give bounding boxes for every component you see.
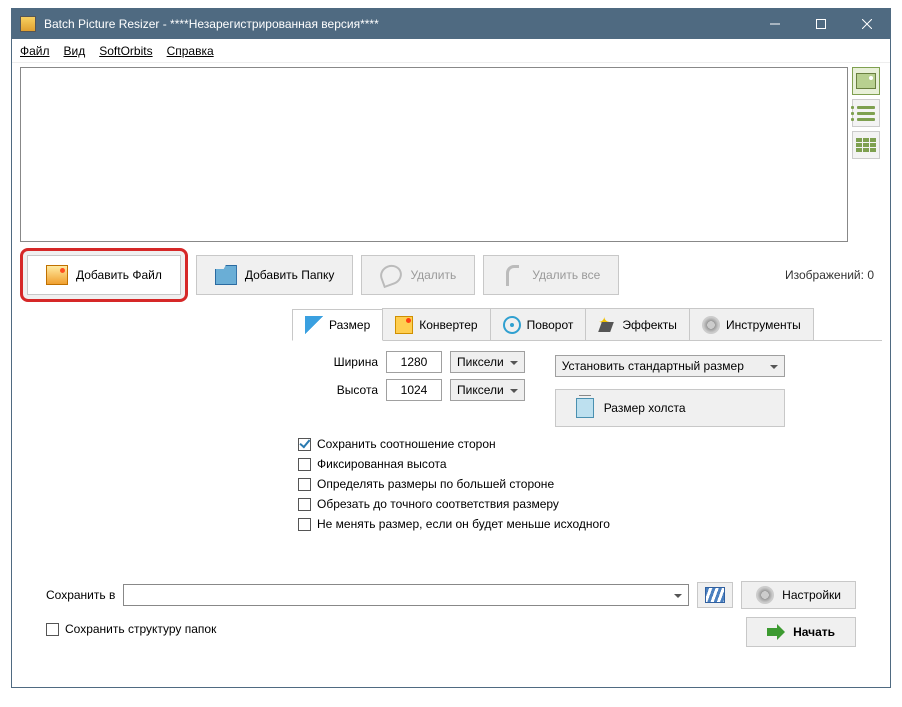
width-label: Ширина — [298, 355, 378, 369]
checkbox-icon — [298, 478, 311, 491]
view-grid-button[interactable] — [852, 131, 880, 159]
rotate-icon — [503, 316, 521, 334]
canvas-size-button[interactable]: Размер холста — [555, 389, 785, 427]
start-button[interactable]: Начать — [746, 617, 856, 647]
grid-icon — [856, 138, 876, 152]
delete-all-label: Удалить все — [532, 268, 600, 282]
main-toolbar: Добавить Файл Добавить Папку Удалить Уда… — [12, 242, 890, 308]
tab-size[interactable]: Размер — [292, 309, 383, 341]
image-list-area[interactable] — [20, 67, 848, 242]
app-icon — [20, 16, 36, 32]
save-in-label: Сохранить в — [46, 588, 115, 602]
tab-tools[interactable]: Инструменты — [689, 308, 814, 340]
options-tabs: Размер Конвертер Поворот Эффекты Инструм… — [292, 308, 890, 547]
delete-all-icon — [502, 265, 524, 285]
add-folder-button[interactable]: Добавить Папку — [196, 255, 354, 295]
save-path-select[interactable] — [123, 584, 689, 606]
delete-button[interactable]: Удалить — [361, 255, 475, 295]
resize-icon — [305, 316, 323, 334]
add-folder-label: Добавить Папку — [245, 268, 335, 282]
add-file-label: Добавить Файл — [76, 268, 162, 282]
size-tab-content: Ширина Пиксели Высота Пиксели Установить… — [292, 341, 882, 547]
tab-rotate[interactable]: Поворот — [490, 308, 587, 340]
browse-icon — [705, 587, 725, 603]
photo-icon — [46, 265, 68, 285]
checkbox-icon — [298, 458, 311, 471]
start-arrow-icon — [767, 624, 785, 640]
no-upscale-checkbox[interactable]: Не менять размер, если он будет меньше и… — [298, 517, 876, 531]
tab-effects[interactable]: Эффекты — [585, 308, 690, 340]
delete-label: Удалить — [410, 268, 456, 282]
fixed-height-checkbox[interactable]: Фиксированная высота — [298, 457, 876, 471]
browse-button[interactable] — [697, 582, 733, 608]
minimize-button[interactable] — [752, 9, 798, 39]
converter-icon — [395, 316, 413, 334]
settings-button[interactable]: Настройки — [741, 581, 856, 609]
folder-icon — [215, 265, 237, 285]
checkbox-icon — [298, 498, 311, 511]
checkbox-icon — [298, 518, 311, 531]
thumbnail-icon — [856, 73, 876, 89]
width-input[interactable] — [386, 351, 442, 373]
gear-icon — [756, 586, 774, 604]
menu-softorbits[interactable]: SoftOrbits — [99, 44, 152, 58]
width-unit-select[interactable]: Пиксели — [450, 351, 525, 373]
crop-exact-checkbox[interactable]: Обрезать до точного соответствия размеру — [298, 497, 876, 511]
aspect-ratio-checkbox[interactable]: Сохранить соотношение сторон — [298, 437, 876, 451]
height-unit-select[interactable]: Пиксели — [450, 379, 525, 401]
keep-folder-structure-checkbox[interactable]: Сохранить структуру папок — [46, 622, 216, 636]
effects-icon — [598, 316, 616, 334]
add-file-highlight: Добавить Файл — [20, 248, 188, 302]
save-bar: Сохранить в Настройки — [46, 581, 856, 609]
standard-size-select[interactable]: Установить стандартный размер — [555, 355, 785, 377]
menubar: Файл Вид SoftOrbits Справка — [12, 39, 890, 63]
delete-icon — [380, 265, 402, 285]
canvas-icon — [576, 398, 594, 418]
view-thumbnails-button[interactable] — [852, 67, 880, 95]
close-button[interactable] — [844, 9, 890, 39]
tools-icon — [702, 316, 720, 334]
maximize-button[interactable] — [798, 9, 844, 39]
add-file-button[interactable]: Добавить Файл — [27, 255, 181, 295]
list-icon — [857, 106, 875, 121]
menu-help[interactable]: Справка — [167, 44, 214, 58]
menu-view[interactable]: Вид — [64, 44, 86, 58]
tab-converter[interactable]: Конвертер — [382, 308, 490, 340]
window-title: Batch Picture Resizer - ****Незарегистри… — [44, 17, 752, 31]
view-list-button[interactable] — [852, 99, 880, 127]
checkbox-icon — [298, 438, 311, 451]
titlebar: Batch Picture Resizer - ****Незарегистри… — [12, 9, 890, 39]
bigger-side-checkbox[interactable]: Определять размеры по большей стороне — [298, 477, 876, 491]
height-input[interactable] — [386, 379, 442, 401]
menu-file[interactable]: Файл — [20, 44, 50, 58]
height-label: Высота — [298, 383, 378, 397]
checkbox-icon — [46, 623, 59, 636]
image-count: Изображений: 0 — [785, 268, 882, 282]
delete-all-button[interactable]: Удалить все — [483, 255, 619, 295]
